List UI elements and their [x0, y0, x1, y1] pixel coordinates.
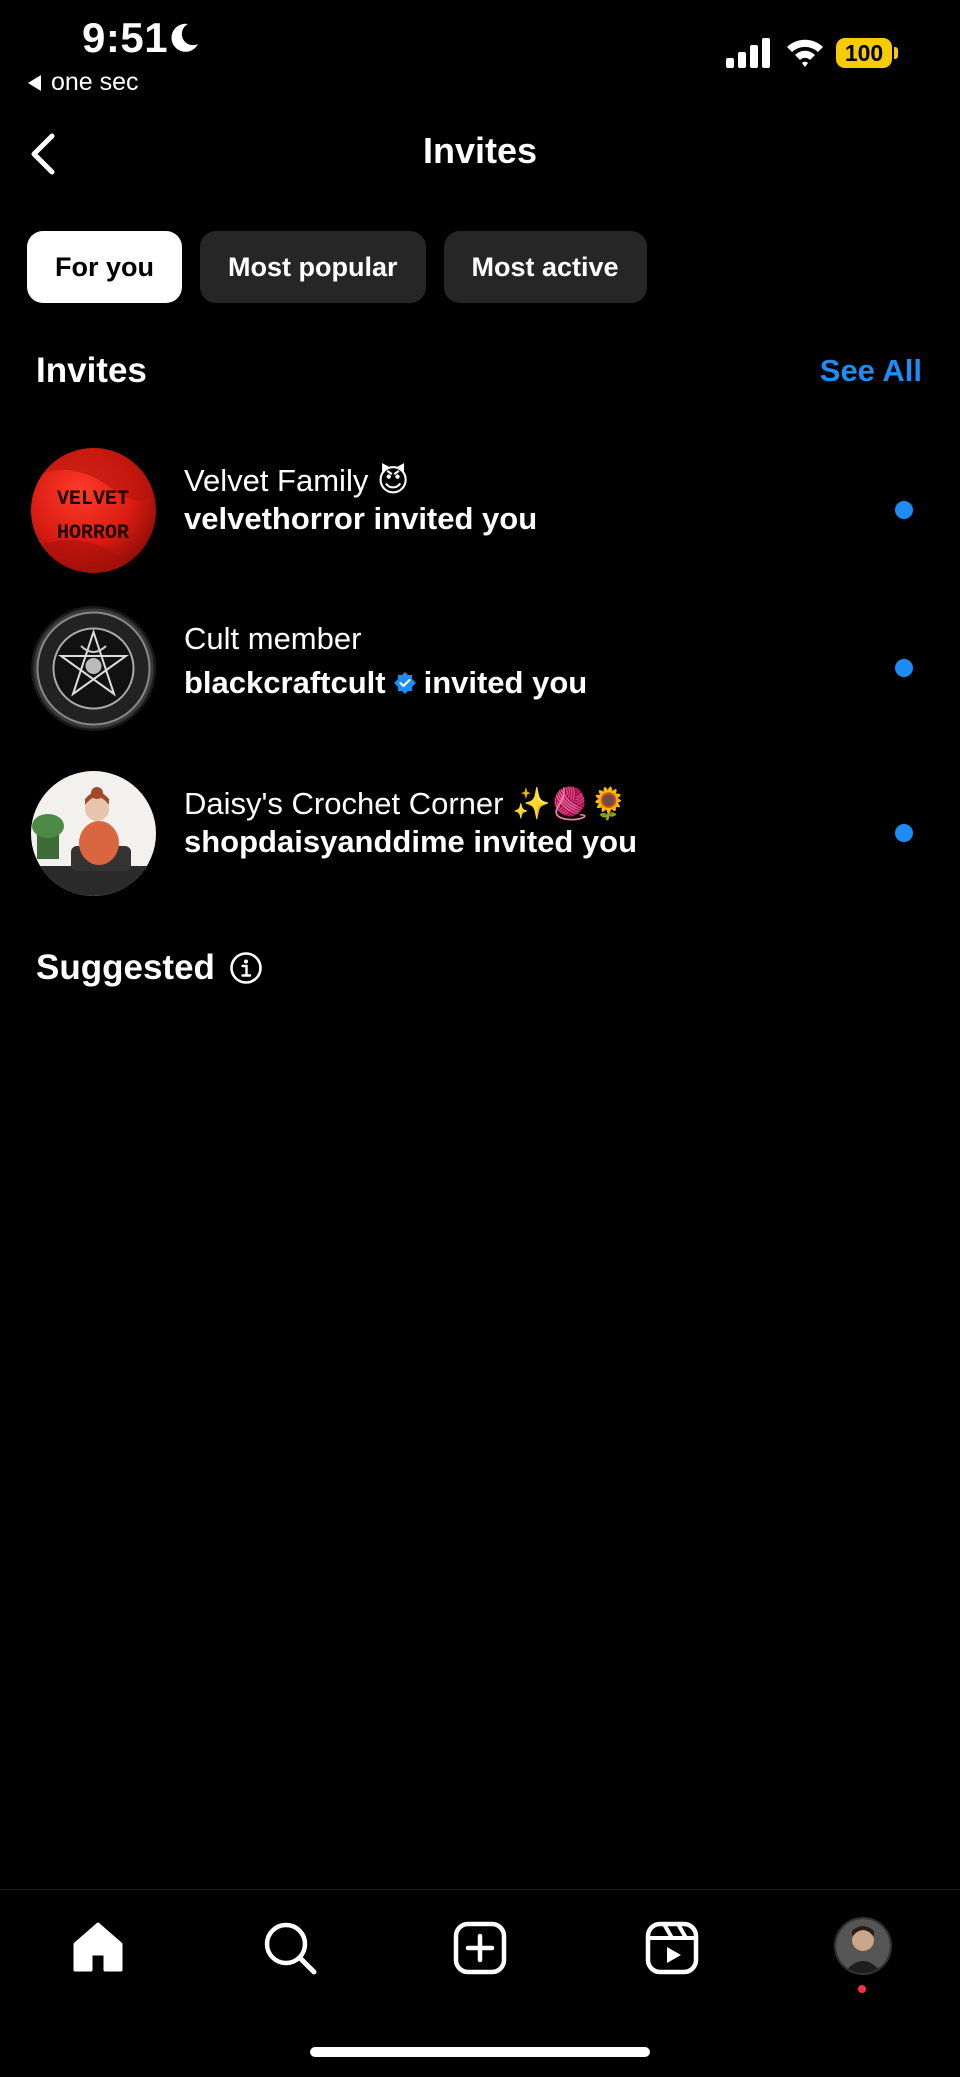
unread-dot — [895, 501, 913, 519]
home-icon[interactable] — [70, 1920, 126, 1976]
battery-icon: 100 — [836, 38, 898, 68]
suggested-title: Suggested — [36, 948, 215, 987]
wifi-icon — [787, 39, 823, 67]
suggested-section-title: Suggested — [36, 948, 263, 988]
profile-avatar[interactable] — [834, 1917, 892, 1975]
reels-icon[interactable] — [644, 1920, 700, 1976]
back-to-app[interactable]: one sec — [28, 68, 139, 97]
avatar-text-horror: HORROR — [57, 522, 129, 545]
verified-badge-icon — [393, 672, 416, 694]
unread-dot — [895, 659, 913, 677]
invite-row[interactable]: Cult member blackcraftcult invited you — [0, 598, 960, 738]
inviter-username: shopdaisyanddime — [184, 824, 465, 859]
status-time: 9:51 — [82, 14, 169, 61]
tab-most-active[interactable]: Most active — [443, 231, 647, 303]
channel-name: Cult member — [184, 621, 362, 656]
cellular-signal-icon — [726, 38, 770, 68]
invite-suffix: invited you — [423, 665, 588, 700]
home-indicator — [310, 2047, 650, 2057]
invite-row[interactable]: VELVET HORROR Velvet Family 😈 velvethorr… — [0, 440, 960, 580]
channel-name: Daisy's Crochet Corner ✨🧶🌻 — [184, 786, 628, 821]
channel-name: Velvet Family 😈 — [184, 463, 410, 498]
create-icon[interactable] — [452, 1920, 508, 1976]
unread-dot — [895, 824, 913, 842]
back-arrow-icon — [28, 74, 41, 91]
inviter-username: blackcraftcult — [184, 665, 386, 700]
moon-icon — [171, 23, 198, 52]
bottom-nav — [0, 1889, 960, 2000]
notification-dot — [858, 1985, 866, 1993]
filter-tabs: For you Most popular Most active — [27, 231, 647, 303]
inviter-username: velvethorror — [184, 501, 365, 536]
back-app-label: one sec — [51, 68, 139, 96]
page-title: Invites — [422, 130, 538, 171]
invites-section-title: Invites — [36, 351, 147, 390]
tab-most-popular[interactable]: Most popular — [200, 231, 426, 303]
see-all-link[interactable]: See All — [820, 353, 922, 389]
channel-avatar: VELVET HORROR — [31, 448, 156, 573]
channel-avatar — [31, 771, 156, 896]
search-icon[interactable] — [262, 1920, 318, 1976]
channel-avatar — [31, 606, 156, 731]
invite-row[interactable]: Daisy's Crochet Corner ✨🧶🌻 shopdaisyandd… — [0, 763, 960, 903]
tab-for-you[interactable]: For you — [27, 231, 182, 303]
back-button[interactable] — [22, 130, 66, 178]
info-icon[interactable] — [229, 951, 263, 985]
avatar-text-velvet: VELVET — [57, 488, 129, 511]
invite-suffix: invited you — [373, 501, 538, 536]
battery-level: 100 — [836, 38, 892, 68]
invite-suffix: invited you — [473, 824, 638, 859]
